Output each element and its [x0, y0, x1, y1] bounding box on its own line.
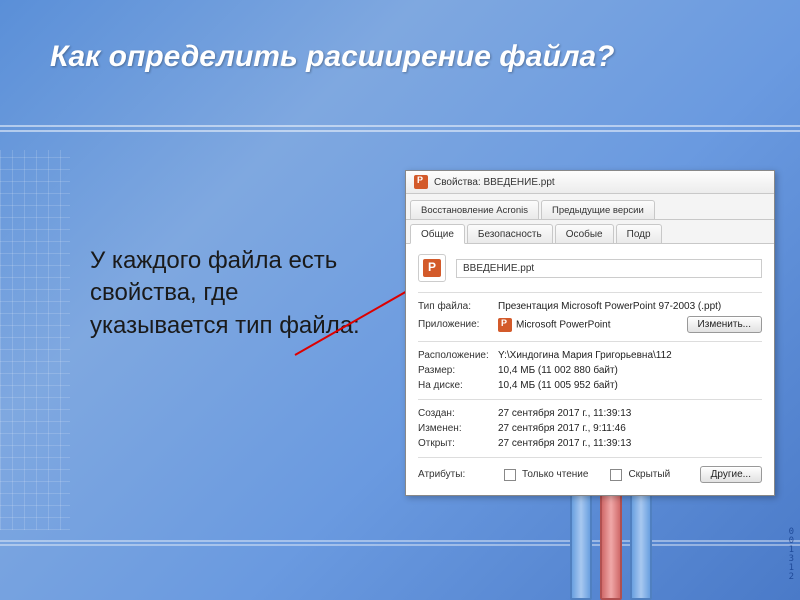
decorative-grid [0, 150, 70, 530]
value-location: Y:\Хиндогина Мария Григорьевна\112 [498, 350, 762, 361]
tab-previous-versions[interactable]: Предыдущие версии [541, 200, 655, 219]
filename-field[interactable]: ВВЕДЕНИЕ.ppt [456, 259, 762, 278]
dialog-titlebar[interactable]: Свойства: ВВЕДЕНИЕ.ppt [406, 171, 774, 194]
value-application: Microsoft PowerPoint [498, 318, 687, 332]
dialog-title: Свойства: ВВЕДЕНИЕ.ppt [434, 177, 555, 188]
readonly-label: Только чтение [522, 469, 588, 480]
tabs-lower-row: Общие Безопасность Особые Подр [406, 220, 774, 244]
decorative-tube [630, 480, 652, 600]
label-opened: Открыт: [418, 438, 498, 449]
powerpoint-icon [414, 175, 428, 189]
powerpoint-icon [498, 318, 512, 332]
readonly-checkbox[interactable] [504, 469, 516, 481]
label-file-type: Тип файла: [418, 301, 498, 312]
other-attributes-button[interactable]: Другие... [700, 466, 762, 483]
value-size-on-disk: 10,4 МБ (11 005 952 байт) [498, 380, 762, 391]
label-modified: Изменен: [418, 423, 498, 434]
hidden-checkbox[interactable] [610, 469, 622, 481]
change-button[interactable]: Изменить... [687, 316, 762, 333]
properties-dialog: Свойства: ВВЕДЕНИЕ.ppt Восстановление Ac… [405, 170, 775, 496]
file-type-icon [418, 254, 446, 282]
value-opened: 27 сентября 2017 г., 11:39:13 [498, 438, 762, 449]
tab-general[interactable]: Общие [410, 224, 465, 244]
value-modified: 27 сентября 2017 г., 9:11:46 [498, 423, 762, 434]
label-size-on-disk: На диске: [418, 380, 498, 391]
tab-security[interactable]: Безопасность [467, 224, 553, 243]
slide-title: Как определить расширение файла? [50, 40, 750, 74]
decorative-digits: 0 0 1 3 1 2 [789, 528, 794, 582]
value-file-type: Презентация Microsoft PowerPoint 97-2003… [498, 301, 762, 312]
tab-details[interactable]: Подр [616, 224, 662, 243]
tabs-upper-row: Восстановление Acronis Предыдущие версии [406, 194, 774, 220]
application-name: Microsoft PowerPoint [516, 319, 610, 330]
tab-acronis-recovery[interactable]: Восстановление Acronis [410, 200, 539, 219]
value-created: 27 сентября 2017 г., 11:39:13 [498, 408, 762, 419]
label-size: Размер: [418, 365, 498, 376]
slide-body-text: У каждого файла есть свойства, где указы… [90, 245, 370, 342]
label-application: Приложение: [418, 319, 498, 330]
dialog-body: ВВЕДЕНИЕ.ppt Тип файла: Презентация Micr… [406, 244, 774, 495]
label-created: Создан: [418, 408, 498, 419]
label-location: Расположение: [418, 350, 498, 361]
value-size: 10,4 МБ (11 002 880 байт) [498, 365, 762, 376]
hidden-label: Скрытый [628, 469, 670, 480]
tab-special[interactable]: Особые [555, 224, 614, 243]
label-attributes: Атрибуты: [418, 469, 498, 480]
